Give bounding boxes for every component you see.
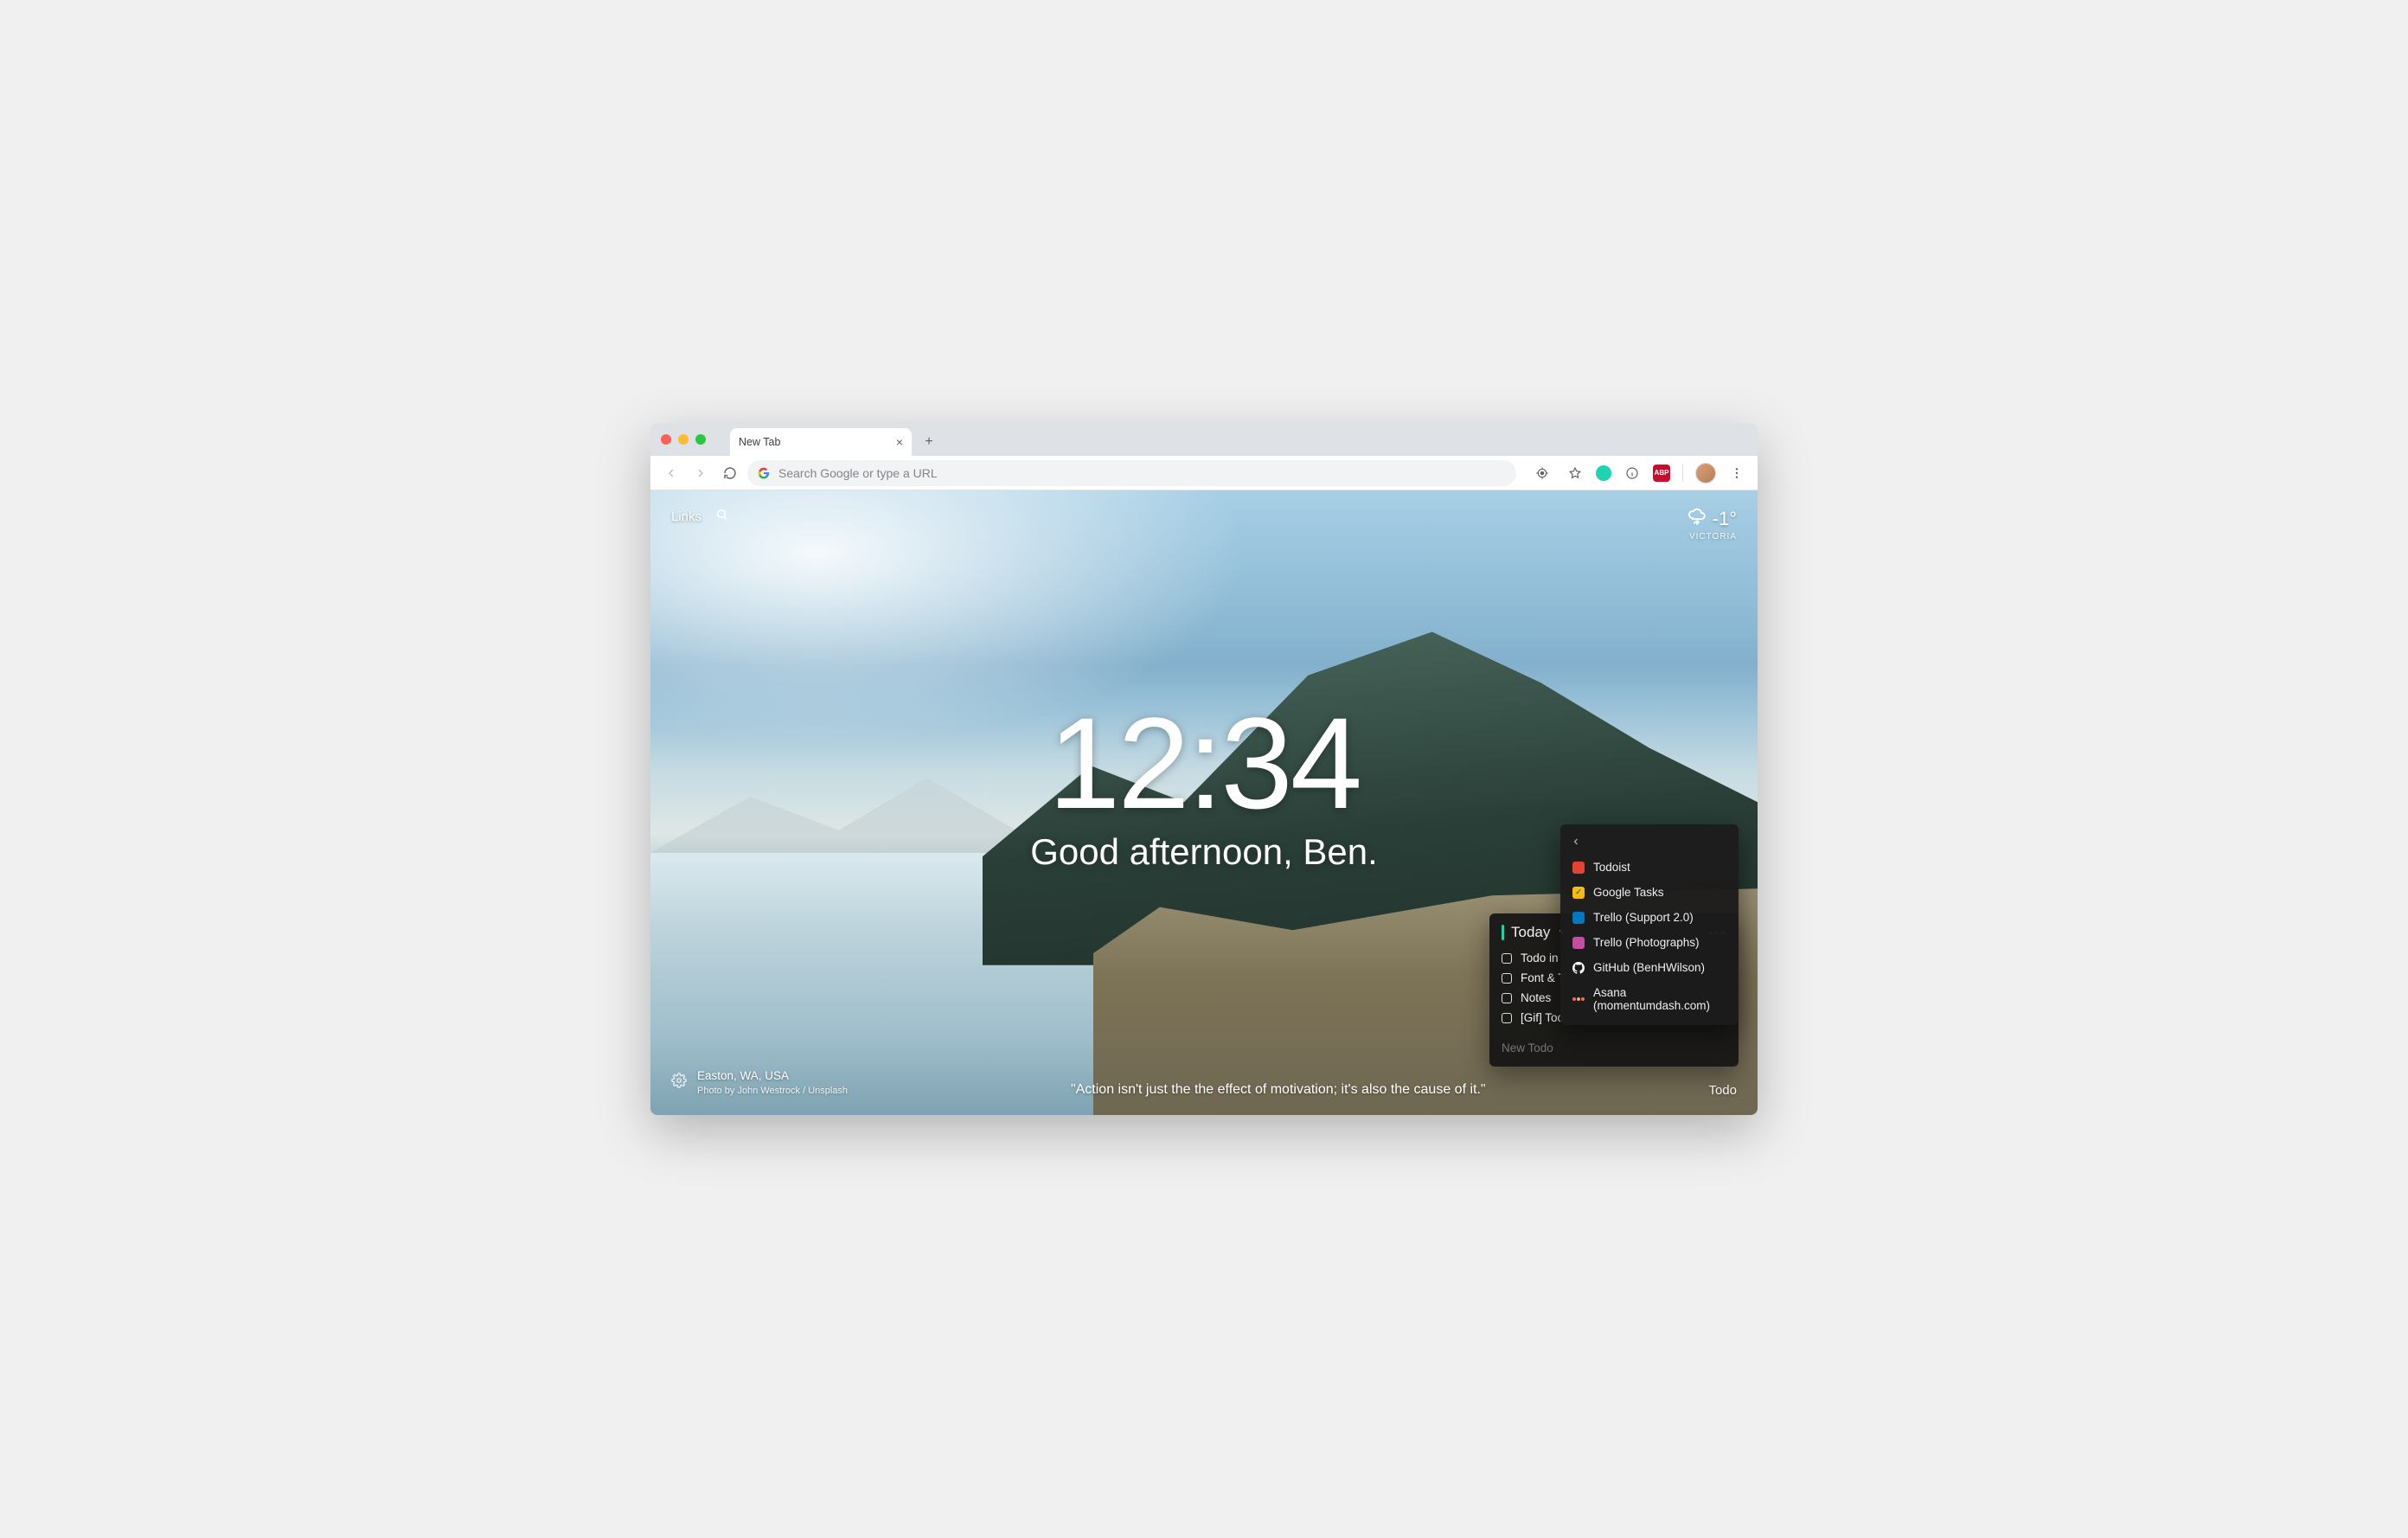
new-todo-input[interactable] xyxy=(1489,1033,1739,1067)
forward-button[interactable] xyxy=(688,461,713,485)
integration-label: Todoist xyxy=(1593,861,1630,874)
todo-item-label: Font & T xyxy=(1521,971,1566,984)
new-tab-button[interactable]: + xyxy=(917,430,941,454)
tab-strip: New Tab × + xyxy=(730,423,941,456)
greeting: Good afternoon, Ben. xyxy=(1030,831,1378,873)
checkbox[interactable] xyxy=(1502,973,1512,984)
reload-button[interactable] xyxy=(718,461,742,485)
titlebar: New Tab × + xyxy=(650,423,1758,456)
asana-icon xyxy=(1572,993,1585,1005)
integration-label: Trello (Photographs) xyxy=(1593,936,1700,949)
location-target-icon[interactable] xyxy=(1530,461,1554,485)
window-controls xyxy=(661,423,706,456)
tab-new-tab[interactable]: New Tab × xyxy=(730,428,912,456)
photo-credit[interactable]: Photo by John Westrock / Unsplash xyxy=(697,1085,848,1098)
profile-avatar[interactable] xyxy=(1695,463,1716,484)
integration-option-trello-support[interactable]: Trello (Support 2.0) xyxy=(1560,905,1739,930)
integration-label: Trello (Support 2.0) xyxy=(1593,911,1694,924)
todo-toggle[interactable]: Todo xyxy=(1708,1083,1737,1098)
tab-title: New Tab xyxy=(739,436,780,448)
integration-option-github[interactable]: GitHub (BenHWilson) xyxy=(1560,955,1739,980)
extension-teal[interactable] xyxy=(1596,465,1611,481)
toolbar: Search Google or type a URL ABP xyxy=(650,456,1758,490)
integration-option-google-tasks[interactable]: ✓ Google Tasks xyxy=(1560,880,1739,905)
integration-label: Asana (momentumdash.com) xyxy=(1593,986,1726,1012)
todo-accent-bar xyxy=(1502,925,1504,940)
google-tasks-icon: ✓ xyxy=(1572,887,1585,899)
photo-info: Easton, WA, USA Photo by John Westrock /… xyxy=(671,1068,848,1098)
checkbox[interactable] xyxy=(1502,1013,1512,1023)
momentum-dashboard: Links -1° VICTORIA 12:34 xyxy=(650,490,1758,1115)
menu-dots-icon[interactable] xyxy=(1725,461,1749,485)
maximize-window-button[interactable] xyxy=(695,434,706,445)
google-icon xyxy=(758,467,770,479)
info-icon[interactable] xyxy=(1620,461,1644,485)
todo-item-label: [Gif] Too xyxy=(1521,1011,1564,1024)
settings-gear-icon[interactable] xyxy=(671,1073,687,1093)
checkbox[interactable] xyxy=(1502,953,1512,964)
todo-item-label: Todo in xyxy=(1521,952,1559,964)
integration-option-trello-photographs[interactable]: Trello (Photographs) xyxy=(1560,930,1739,955)
integration-label: GitHub (BenHWilson) xyxy=(1593,961,1705,974)
checkbox[interactable] xyxy=(1502,993,1512,1003)
integrations-menu: Todoist ✓ Google Tasks Trello (Support 2.… xyxy=(1560,824,1739,1025)
integration-label: Google Tasks xyxy=(1593,886,1664,899)
integration-option-todoist[interactable]: Todoist xyxy=(1560,855,1739,880)
todo-heading[interactable]: Today xyxy=(1511,924,1550,941)
github-icon xyxy=(1572,962,1585,974)
quote[interactable]: "Action isn't just the the effect of mot… xyxy=(848,1082,1708,1098)
todo-item-label: Notes xyxy=(1521,991,1551,1004)
arrow-left-icon[interactable] xyxy=(1560,831,1739,855)
separator xyxy=(1682,465,1683,482)
extension-abp[interactable]: ABP xyxy=(1653,465,1670,482)
browser-window: New Tab × + Search Google or type a URL … xyxy=(650,423,1758,1115)
trello-icon xyxy=(1572,912,1585,924)
close-tab-icon[interactable]: × xyxy=(896,435,903,449)
back-button[interactable] xyxy=(659,461,683,485)
todoist-icon xyxy=(1572,862,1585,874)
photo-location[interactable]: Easton, WA, USA xyxy=(697,1068,848,1085)
clock: 12:34 xyxy=(1048,698,1360,828)
minimize-window-button[interactable] xyxy=(678,434,688,445)
extension-icons: ABP xyxy=(1530,461,1749,485)
trello-icon xyxy=(1572,937,1585,949)
star-icon[interactable] xyxy=(1563,461,1587,485)
close-window-button[interactable] xyxy=(661,434,671,445)
omnibox-placeholder: Search Google or type a URL xyxy=(778,466,938,480)
omnibox[interactable]: Search Google or type a URL xyxy=(747,460,1516,486)
integration-option-asana[interactable]: Asana (momentumdash.com) xyxy=(1560,980,1739,1018)
